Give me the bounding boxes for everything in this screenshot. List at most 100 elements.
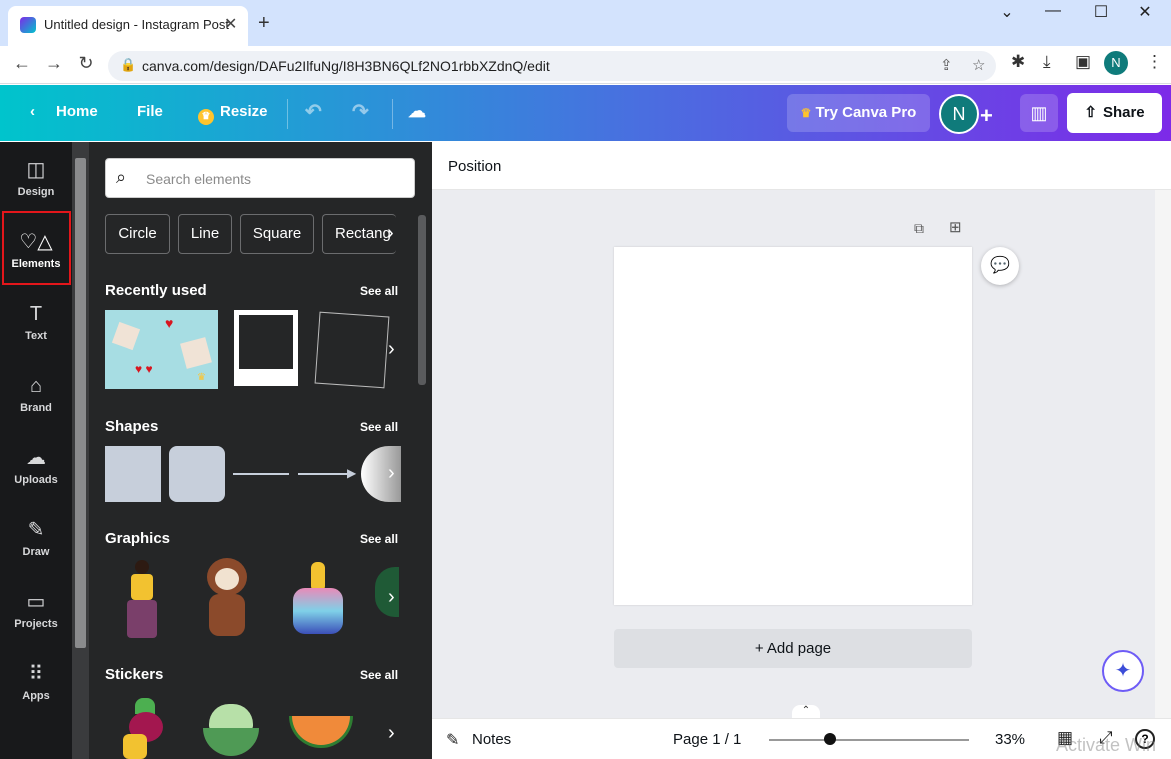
chip-circle[interactable]: Circle <box>105 214 170 254</box>
bowl <box>203 728 259 756</box>
frame-window <box>239 315 293 369</box>
add-page-icon[interactable]: ⊞ <box>949 218 962 236</box>
new-tab-button[interactable]: + <box>258 12 270 35</box>
back-arrow-icon[interactable]: ← <box>10 53 34 74</box>
notes-icon[interactable]: ✎ <box>446 730 459 750</box>
design-page[interactable] <box>614 247 972 605</box>
text-icon: T <box>29 303 43 325</box>
sidebar-item-design[interactable]: ◫ Design <box>0 142 72 212</box>
magic-sparkle-icon[interactable]: ✦ <box>1102 650 1144 692</box>
left-sidebar: ◫ Design ♡△ Elements T Text ⌂ Brand ☁ Uploads… <box>0 142 72 759</box>
page-indicator[interactable]: Page 1 / 1 <box>673 731 741 748</box>
bear-costume-illustration[interactable] <box>201 558 253 638</box>
valentine-gifts-image[interactable]: ♥ ♥ ♥ ♛ <box>105 310 218 389</box>
face <box>215 568 239 590</box>
line-shape[interactable] <box>233 473 289 475</box>
melon-slice-sticker[interactable] <box>289 716 353 748</box>
sidepanel-icon[interactable]: ▣ <box>1075 52 1091 72</box>
menu-icon[interactable]: ⋮ <box>1146 52 1163 72</box>
chip-line[interactable]: Line <box>178 214 232 254</box>
share-button[interactable]: ⇧ Share <box>1067 93 1162 133</box>
polaroid-frame[interactable] <box>234 310 298 386</box>
add-page-button[interactable]: + Add page <box>614 629 972 668</box>
panel-scroll-thumb[interactable] <box>418 215 426 385</box>
sidebar-item-projects[interactable]: ▭ Projects <box>0 574 72 644</box>
chevron-right-icon[interactable]: › <box>388 338 395 361</box>
woman-illustration[interactable] <box>117 560 167 640</box>
plus-icon[interactable]: + <box>980 103 993 129</box>
chevron-left-icon[interactable]: ‹ <box>30 103 35 120</box>
url-field[interactable]: 🔒 canva.com/design/DAFu2IlfuNg/I8H3BN6QL… <box>108 51 996 81</box>
search-input[interactable]: ⌕ Search elements <box>105 158 415 198</box>
sidebar-item-draw[interactable]: ✎ Draw <box>0 502 72 572</box>
sidebar-item-brand[interactable]: ⌂ Brand <box>0 358 72 428</box>
download-icon[interactable]: ⤓ <box>1043 52 1051 72</box>
chevron-down-icon[interactable]: ⌄ <box>984 2 1030 22</box>
profile-avatar[interactable]: N <box>1104 51 1128 75</box>
sketch-frame[interactable] <box>314 311 390 389</box>
beet-sticker[interactable] <box>117 698 169 759</box>
bear-body <box>209 594 245 636</box>
see-all-stickers[interactable]: See all <box>360 668 398 682</box>
redo-icon[interactable]: ↷ <box>352 99 369 124</box>
cloud-saved-icon[interactable]: ☁ <box>408 101 426 122</box>
square-shape[interactable] <box>105 446 161 502</box>
close-window-button[interactable]: ✕ <box>1122 2 1168 22</box>
comment-icon[interactable]: 💬 <box>981 247 1019 285</box>
editor-footer: ✎ Notes Page 1 / 1 33% ▦ ⤢ ? Activate Wi… <box>432 718 1171 759</box>
restore-button[interactable]: ☐ <box>1078 2 1124 22</box>
star-icon[interactable]: ☆ <box>972 56 985 74</box>
puzzle-icon[interactable]: ✱ <box>1011 52 1025 72</box>
browser-tab-strip: Untitled design - Instagram Post ✕ + ⌄ —… <box>0 0 1171 46</box>
reload-icon[interactable]: ↻ <box>74 53 98 74</box>
tab-close-icon[interactable]: ✕ <box>224 14 237 34</box>
user-avatar[interactable]: N <box>939 94 979 134</box>
position-button[interactable]: Position <box>448 158 501 175</box>
undo-icon[interactable]: ↶ <box>305 99 322 124</box>
section-title-graphics: Graphics <box>105 530 171 547</box>
browser-tab[interactable]: Untitled design - Instagram Post ✕ <box>8 6 248 46</box>
file-button[interactable]: File <box>137 103 163 120</box>
zoom-level[interactable]: 33% <box>995 731 1025 748</box>
head <box>135 560 149 574</box>
chip-square[interactable]: Square <box>240 214 314 254</box>
notes-button[interactable]: Notes <box>472 731 511 748</box>
zoom-slider[interactable] <box>769 739 969 741</box>
resize-button[interactable]: ♛ Resize <box>198 103 268 125</box>
salad-bowl-sticker[interactable] <box>201 704 261 759</box>
share-label: Share <box>1102 104 1145 121</box>
see-all-recently-used[interactable]: See all <box>360 284 398 298</box>
divider <box>392 99 393 129</box>
chevron-right-icon[interactable]: › <box>387 222 394 245</box>
greens <box>209 704 253 730</box>
sidebar-item-apps[interactable]: ⠿ Apps <box>0 646 72 716</box>
zoom-slider-knob[interactable] <box>824 733 836 745</box>
chevron-right-icon[interactable]: › <box>388 462 395 485</box>
duplicate-page-icon[interactable]: ⧉ <box>914 220 924 237</box>
try-canva-pro-button[interactable]: ♛ Try Canva Pro <box>787 94 930 132</box>
home-button[interactable]: Home <box>56 103 98 120</box>
canvas-scrollbar[interactable] <box>1155 190 1171 718</box>
chevron-right-icon[interactable]: › <box>388 722 395 745</box>
sidebar-item-uploads[interactable]: ☁ Uploads <box>0 430 72 500</box>
section-title-recently-used: Recently used <box>105 282 207 299</box>
sidebar-scroll-thumb[interactable] <box>75 158 86 648</box>
thumbs-up-illustration[interactable] <box>289 562 349 638</box>
chevron-up-icon[interactable]: ⌃ <box>792 705 820 719</box>
search-icon: ⌕ <box>116 167 127 187</box>
arrow-line-shape[interactable] <box>298 473 350 475</box>
leaf-illustration[interactable] <box>375 567 399 617</box>
see-all-shapes[interactable]: See all <box>360 420 398 434</box>
minimize-button[interactable]: — <box>1030 2 1076 20</box>
chevron-right-icon[interactable]: › <box>388 586 395 609</box>
lock-icon[interactable]: 🔒 <box>120 57 136 73</box>
rounded-square-shape[interactable] <box>169 446 225 502</box>
sidebar-item-text[interactable]: T Text <box>0 286 72 356</box>
share-icon[interactable]: ⇪ <box>940 56 953 74</box>
forward-arrow-icon[interactable]: → <box>42 53 66 74</box>
insights-icon[interactable]: ▥ <box>1020 94 1058 132</box>
see-all-graphics[interactable]: See all <box>360 532 398 546</box>
address-bar-row: ← → ↻ 🔒 canva.com/design/DAFu2IlfuNg/I8H… <box>0 46 1171 84</box>
circle-shape[interactable] <box>361 446 401 502</box>
chip-rectangle[interactable]: Rectang <box>322 214 396 254</box>
